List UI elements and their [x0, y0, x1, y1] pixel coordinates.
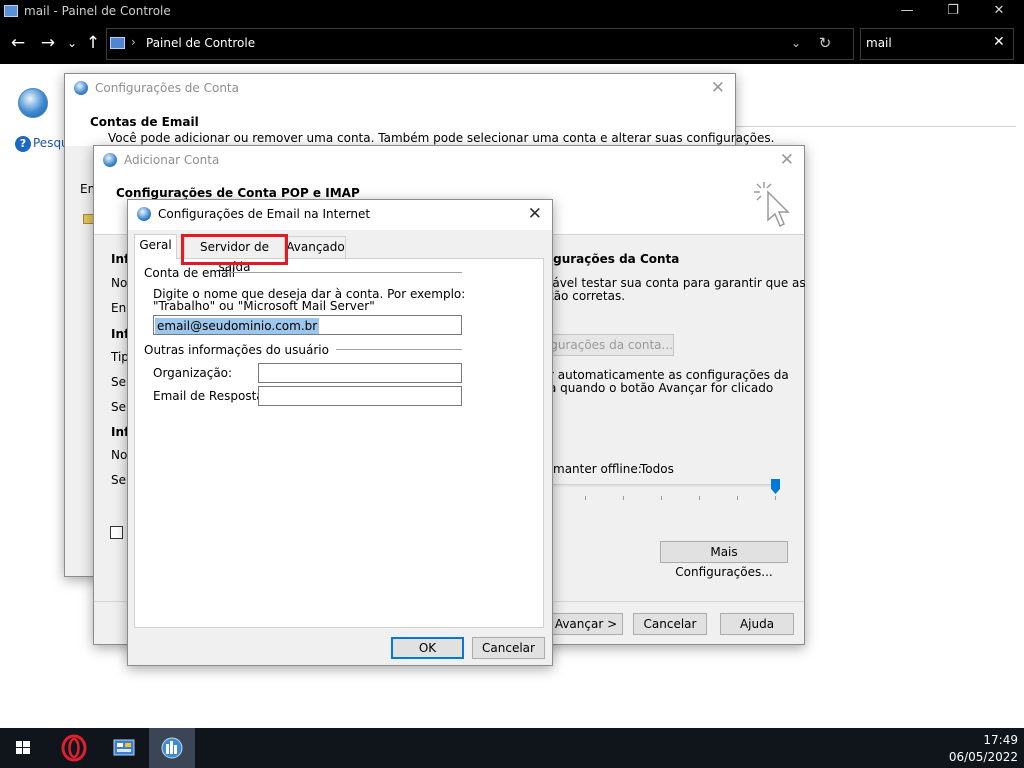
control-panel-icon — [4, 5, 18, 17]
opera-icon — [61, 734, 87, 762]
taskbar-mail[interactable] — [149, 728, 195, 768]
annotation-highlight — [181, 234, 288, 265]
button-label: Cancelar — [643, 617, 697, 631]
button-label: Avançar > — [554, 617, 618, 631]
cancel-button[interactable]: Cancelar — [472, 637, 545, 659]
divider — [736, 126, 1016, 127]
dialog-titlebar: Adicionar Conta ✕ — [94, 146, 804, 176]
slider-tick — [699, 496, 700, 500]
button-label: Mais Configurações... — [675, 545, 773, 579]
help-icon[interactable]: ? — [15, 136, 31, 152]
window-title: mail - Painel de Controle — [24, 4, 171, 18]
slider-tick — [585, 496, 586, 500]
test-settings-text: lável testar sua conta para garantir que… — [549, 276, 806, 290]
breadcrumb-separator[interactable]: › — [131, 35, 136, 49]
auto-test-text: a quando o botão Avançar for clicado — [549, 381, 774, 395]
help-button[interactable]: Ajuda — [720, 613, 794, 635]
dialog-title: Configurações de Conta — [95, 81, 239, 95]
next-button[interactable]: Avançar > — [549, 613, 623, 635]
slider-tick — [623, 496, 624, 500]
tab-label: Avançado — [286, 240, 345, 254]
tab-general[interactable]: Geral — [134, 234, 177, 259]
button-label: Ajuda — [739, 617, 775, 631]
taskbar-control-panel[interactable] — [101, 728, 147, 768]
back-button[interactable]: ← — [7, 32, 29, 54]
more-settings-button[interactable]: Mais Configurações... — [660, 541, 788, 579]
tab-label: Geral — [139, 238, 172, 252]
recent-locations-button[interactable]: ⌄ — [61, 32, 83, 54]
reply-email-input[interactable] — [258, 386, 462, 406]
search-input[interactable]: mail ✕ — [860, 28, 1014, 60]
dialog-titlebar: Configurações de Email na Internet ✕ — [128, 200, 552, 230]
start-button[interactable] — [0, 728, 46, 768]
dialog-title: Adicionar Conta — [124, 153, 220, 167]
account-name-example: "Trabalho" ou "Microsoft Mail Server" — [153, 299, 375, 313]
reply-email-label: Email de Resposta: — [153, 389, 268, 403]
slider-tick — [661, 496, 662, 500]
minimize-button[interactable]: — — [884, 0, 930, 24]
mail-icon — [74, 81, 88, 95]
address-toolbar: ← → ⌄ ↑ › Painel de Controle ⌄ ↻ mail ✕ — [0, 24, 1024, 64]
email-account-group-label: Conta de email — [144, 266, 236, 280]
email-accounts-description: Você pode adicionar ou remover uma conta… — [108, 131, 775, 145]
close-icon[interactable]: ✕ — [528, 204, 542, 224]
control-panel-icon — [110, 37, 125, 49]
up-button[interactable]: ↑ — [82, 32, 104, 54]
account-name-value[interactable]: email@seudominio.com.br — [155, 318, 320, 334]
close-icon[interactable]: ✕ — [780, 150, 794, 170]
general-tab-panel — [134, 258, 544, 628]
cursor-click-icon — [754, 182, 790, 228]
dialog-titlebar: Configurações de Conta ✕ — [65, 74, 735, 104]
restore-button[interactable]: ❐ — [930, 0, 976, 24]
checkbox[interactable] — [110, 526, 123, 539]
address-dropdown-button[interactable]: ⌄ — [791, 36, 801, 50]
test-settings-text: tão corretas. — [549, 289, 626, 303]
mail-icon — [137, 207, 151, 221]
slider-tick — [775, 496, 776, 500]
cancel-button[interactable]: Cancelar — [633, 613, 707, 635]
button-label: OK — [418, 641, 437, 655]
close-icon[interactable]: ✕ — [711, 78, 725, 98]
forward-button[interactable]: → — [37, 32, 59, 54]
dialog-title: Configurações de Email na Internet — [158, 207, 371, 221]
clock-time: 17:49 — [983, 733, 1018, 747]
group-divider — [225, 272, 462, 273]
windows-logo-icon — [16, 741, 30, 754]
refresh-button[interactable]: ↻ — [814, 32, 836, 54]
organization-label: Organização: — [153, 366, 233, 380]
auto-test-text: r automaticamente as configurações da — [549, 368, 789, 382]
user-info-group-label: Outras informações do usuário — [144, 343, 329, 357]
slider-tick — [737, 496, 738, 500]
offline-slider-track[interactable] — [549, 484, 777, 487]
system-clock[interactable]: 17:49 06/05/2022 — [949, 732, 1018, 766]
mail-icon — [103, 153, 117, 167]
mail-icon — [161, 737, 183, 759]
test-account-settings-button[interactable]: nfigurações da conta... — [534, 334, 674, 356]
control-panel-icon — [113, 739, 135, 756]
organization-input[interactable] — [258, 363, 462, 383]
button-label: nfigurações da conta... — [535, 338, 673, 352]
test-settings-heading: igurações da Conta — [549, 252, 680, 266]
button-label: Cancelar — [482, 641, 535, 655]
window-titlebar: mail - Painel de Controle — ❐ ✕ — [0, 0, 1024, 24]
offline-value: Todos — [640, 462, 674, 476]
search-value[interactable]: mail — [866, 36, 892, 50]
tab-advanced[interactable]: Avançado — [285, 236, 346, 258]
close-window-button[interactable]: ✕ — [976, 0, 1022, 24]
group-divider — [336, 349, 462, 350]
breadcrumb-control-panel[interactable]: Painel de Controle — [146, 36, 255, 50]
clock-date: 06/05/2022 — [948, 750, 1018, 764]
search-clear-button[interactable]: ✕ — [993, 34, 1005, 50]
email-accounts-heading: Contas de Email — [90, 115, 199, 129]
mail-icon — [18, 88, 48, 118]
offline-label: manter offline: — [553, 462, 642, 476]
pop-imap-heading: Configurações de Conta POP e IMAP — [116, 186, 360, 200]
address-bar[interactable]: › Painel de Controle ⌄ — [106, 28, 854, 60]
ok-button[interactable]: OK — [391, 637, 464, 659]
taskbar-opera[interactable] — [51, 728, 97, 768]
taskbar: 17:49 06/05/2022 — [0, 728, 1024, 768]
